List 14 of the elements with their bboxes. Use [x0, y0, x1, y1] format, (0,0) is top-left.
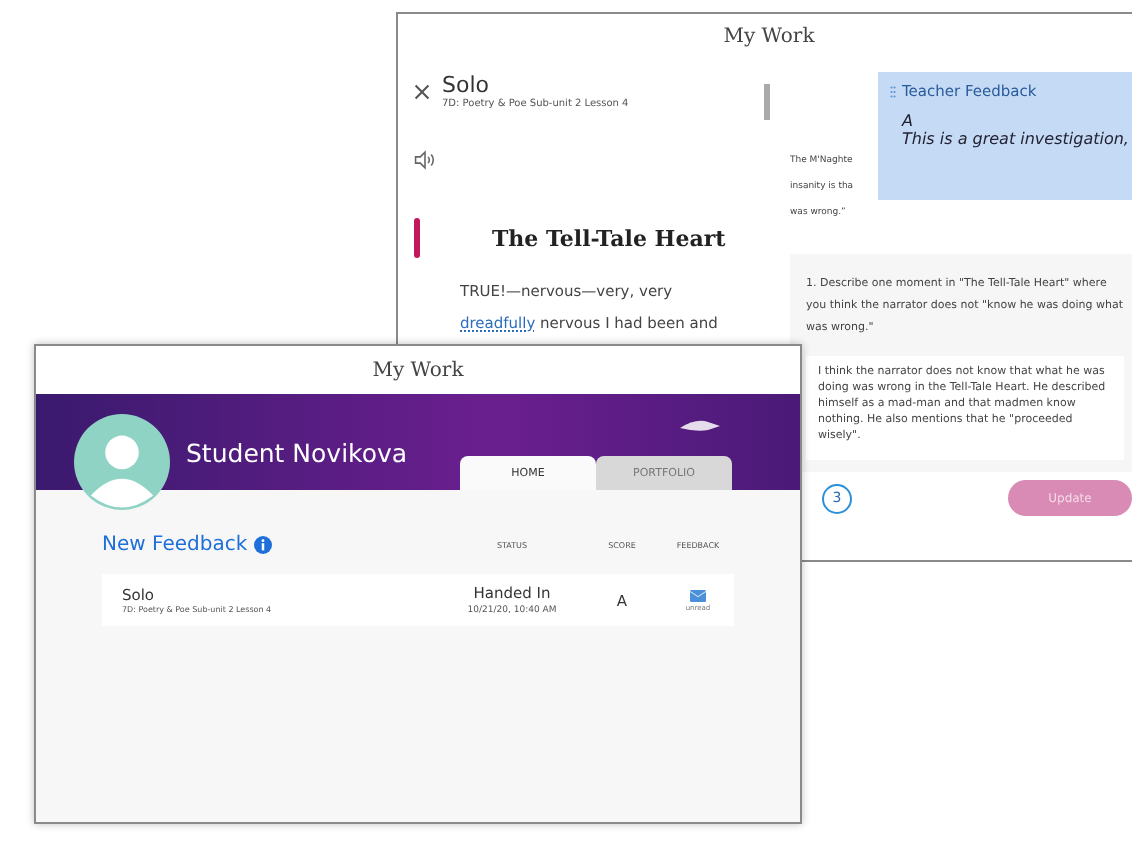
feedback-comment: This is a great investigation, — [902, 130, 1131, 148]
mail-icon[interactable] — [690, 589, 706, 601]
info-icon[interactable] — [253, 536, 272, 554]
student-name: Student Novikova — [186, 438, 408, 468]
progress-marker — [414, 218, 420, 258]
speaker-icon[interactable] — [414, 150, 436, 170]
close-icon[interactable] — [414, 84, 430, 100]
section-title: New Feedback — [102, 534, 248, 556]
feedback-score: A — [902, 112, 915, 130]
reading-title: The Tell-Tale Heart — [492, 226, 726, 252]
window-title: My Work — [721, 24, 817, 52]
scrollbar-thumb[interactable] — [764, 84, 770, 120]
assignment-title: Solo — [442, 72, 491, 98]
window-title: My Work — [370, 358, 466, 386]
